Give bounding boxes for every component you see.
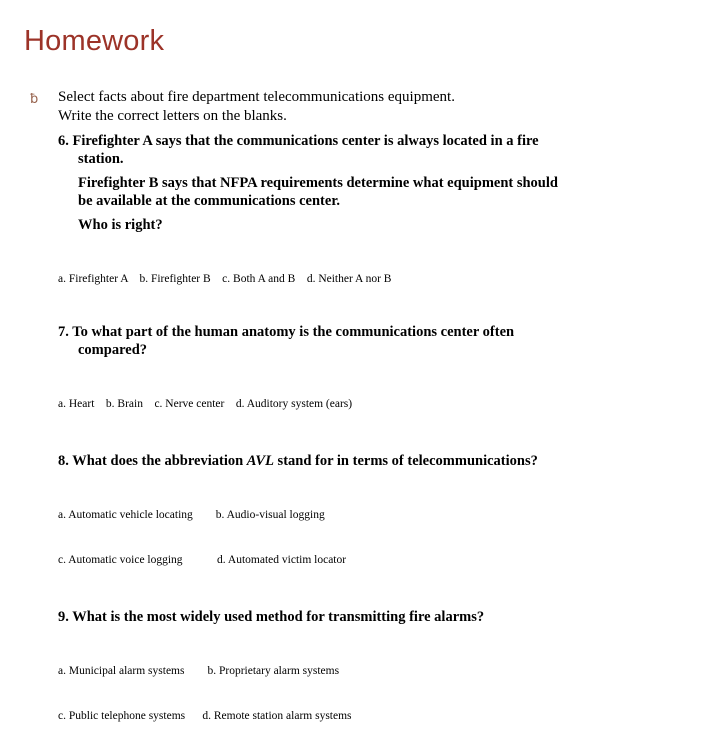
answer-row[interactable]: a. Firefighter A b. Firefighter B c. Bot…	[58, 272, 704, 287]
question-7: 7. To what part of the human anatomy is …	[58, 323, 704, 359]
question-9-line-1: 9. What is the most widely used method f…	[58, 609, 485, 625]
question-8: 8. What does the abbreviation AVL stand …	[58, 452, 704, 470]
slide-body: ƀ Select facts about fire department tel…	[0, 88, 720, 754]
question-8-answers: a. Automatic vehicle locating b. Audio-v…	[58, 478, 704, 598]
question-6-line-2: station.	[78, 151, 124, 167]
intro-instruction-block: ƀ Select facts about fire department tel…	[28, 88, 700, 126]
answer-row[interactable]: c. Automatic voice logging d. Automated …	[58, 553, 704, 568]
question-6-line-5: Who is right?	[78, 217, 163, 233]
question-8-text-after: stand for in terms of telecommunications…	[273, 453, 538, 469]
question-6: 6. Firefighter A says that the communica…	[58, 132, 704, 168]
question-6-statement-b: Firefighter B says that NFPA requirement…	[58, 174, 704, 210]
question-6-line-4: be available at the communications cente…	[78, 193, 341, 209]
question-7-answers: a. Heart b. Brain c. Nerve center d. Aud…	[58, 367, 704, 442]
question-8-line-1: 8. What does the abbreviation AVL stand …	[58, 452, 704, 470]
question-6-prompt: Who is right?	[58, 216, 704, 234]
intro-line-1: Select facts about fire department telec…	[58, 89, 455, 105]
slide-canvas: Homework ƀ Select facts about fire depar…	[0, 0, 720, 722]
page-title: Homework	[24, 25, 165, 57]
question-6-answers: a. Firefighter A b. Firefighter B c. Bot…	[58, 242, 704, 317]
answer-row[interactable]: a. Heart b. Brain c. Nerve center d. Aud…	[58, 397, 704, 412]
question-8-text-before: 8. What does the abbreviation	[58, 453, 247, 469]
answer-row[interactable]: a. Automatic vehicle locating b. Audio-v…	[58, 508, 704, 523]
question-6-line-1: 6. Firefighter A says that the communica…	[58, 133, 539, 149]
question-9: 9. What is the most widely used method f…	[58, 608, 704, 626]
intro-line-2: Write the correct letters on the blanks.	[58, 108, 287, 124]
question-9-answers: a. Municipal alarm systems b. Proprietar…	[58, 634, 704, 754]
question-8-abbreviation: AVL	[246, 453, 274, 469]
question-7-line-1: 7. To what part of the human anatomy is …	[58, 324, 515, 340]
answer-row[interactable]: a. Municipal alarm systems b. Proprietar…	[58, 664, 704, 679]
answer-row[interactable]: c. Public telephone systems d. Remote st…	[58, 709, 704, 724]
question-7-line-2: compared?	[78, 342, 148, 358]
wingdings-flourish-bullet-icon: ƀ	[30, 92, 39, 107]
question-6-line-3: Firefighter B says that NFPA requirement…	[78, 175, 558, 191]
